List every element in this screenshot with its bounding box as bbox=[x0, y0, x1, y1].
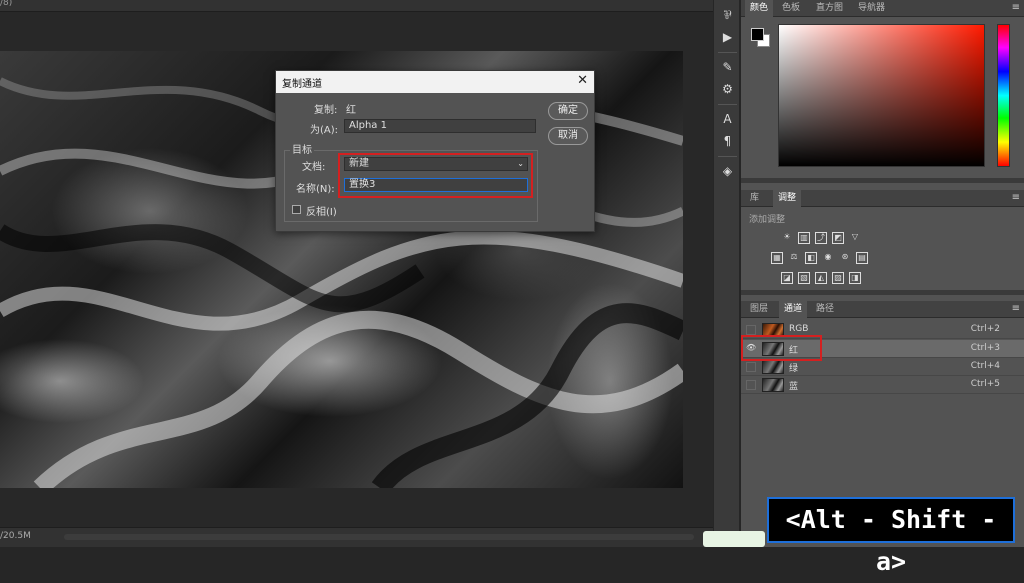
panel-menu-icon[interactable]: ≡ bbox=[1012, 303, 1020, 314]
source-value: 红 bbox=[346, 105, 356, 116]
color-balance-icon[interactable]: ⚖ bbox=[788, 252, 800, 264]
visibility-toggle[interactable] bbox=[746, 362, 756, 372]
channel-name-input[interactable]: Alpha 1 bbox=[344, 119, 536, 133]
panel-divider bbox=[741, 290, 1024, 295]
channels-panel-tabbar: 图层 通道 路径 ≡ bbox=[741, 301, 1024, 318]
levels-icon[interactable]: ▥ bbox=[798, 232, 810, 244]
tab-histogram[interactable]: 直方图 bbox=[811, 0, 848, 17]
source-label: 复制: bbox=[314, 105, 338, 116]
glyphs-icon[interactable]: ◈ bbox=[718, 162, 737, 180]
channel-name: RGB bbox=[789, 324, 809, 334]
channel-shortcut: Ctrl+2 bbox=[970, 324, 1000, 334]
highlight-box bbox=[338, 153, 533, 198]
dialog-titlebar[interactable]: 复制通道 ✕ bbox=[276, 71, 594, 93]
panel-tool-strip: ⅌ ▶ ✎ ⚙ A ¶ ◈ bbox=[713, 0, 740, 547]
black-white-icon[interactable]: ◧ bbox=[805, 252, 817, 264]
floating-widget[interactable] bbox=[703, 531, 765, 547]
tab-swatches[interactable]: 色板 bbox=[777, 0, 805, 17]
vibrance-icon[interactable]: ▽ bbox=[849, 232, 861, 244]
file-size-readout: /20.5M bbox=[0, 531, 31, 541]
panel-menu-icon[interactable]: ≡ bbox=[1012, 192, 1020, 203]
ok-button[interactable]: 确定 bbox=[548, 102, 588, 120]
channel-shortcut: Ctrl+3 bbox=[970, 343, 1000, 353]
history-icon[interactable]: ⅌ bbox=[718, 6, 737, 24]
paragraph-icon[interactable]: ¶ bbox=[718, 132, 737, 150]
duplicate-channel-dialog: 复制通道 ✕ 复制: 红 为(A): Alpha 1 确定 取消 目标 文档: … bbox=[275, 70, 595, 232]
tab-channels[interactable]: 通道 bbox=[779, 301, 808, 318]
panel-divider bbox=[741, 178, 1024, 183]
document-label: 文档: bbox=[302, 162, 326, 173]
invert-label: 反相(I) bbox=[306, 207, 337, 218]
name-label: 名称(N): bbox=[296, 184, 335, 195]
right-panel-dock: 颜色 色板 直方图 导航器 ≡ 库 调整 ≡ 添加调整 ☀ ▥ ⤴ ◩ ▽ ▦ … bbox=[741, 0, 1024, 547]
channel-name: 蓝 bbox=[789, 382, 799, 392]
hue-saturation-icon[interactable]: ▦ bbox=[771, 252, 783, 264]
tab-color[interactable]: 颜色 bbox=[745, 0, 774, 17]
color-lookup-icon[interactable]: ▤ bbox=[856, 252, 868, 264]
curves-icon[interactable]: ⤴ bbox=[815, 232, 827, 244]
tab-navigator[interactable]: 导航器 bbox=[853, 0, 890, 17]
tool-divider bbox=[718, 52, 737, 53]
brightness-icon[interactable]: ☀ bbox=[781, 232, 793, 244]
document-tab-strip[interactable]: /8) bbox=[0, 0, 713, 12]
photo-filter-icon[interactable]: ◉ bbox=[822, 252, 834, 264]
color-picker-field[interactable] bbox=[778, 24, 985, 167]
panel-menu-icon[interactable]: ≡ bbox=[1012, 2, 1020, 13]
close-icon[interactable]: ✕ bbox=[577, 73, 588, 88]
invert-checkbox[interactable] bbox=[292, 205, 301, 214]
tab-libraries[interactable]: 库 bbox=[745, 190, 764, 207]
channel-shortcut: Ctrl+5 bbox=[970, 379, 1000, 389]
character-icon[interactable]: A bbox=[718, 110, 737, 128]
threshold-icon[interactable]: ◭ bbox=[815, 272, 827, 284]
foreground-color-swatch[interactable] bbox=[751, 28, 764, 41]
document-tab-label[interactable]: /8) bbox=[0, 0, 12, 8]
visibility-toggle[interactable] bbox=[746, 325, 756, 335]
status-bar: /20.5M bbox=[0, 527, 713, 547]
brush-icon[interactable]: ✎ bbox=[718, 58, 737, 76]
tab-adjustments[interactable]: 调整 bbox=[773, 190, 802, 207]
tool-divider bbox=[718, 104, 737, 105]
gradient-map-icon[interactable]: ▨ bbox=[832, 272, 844, 284]
channel-shortcut: Ctrl+4 bbox=[970, 361, 1000, 371]
channel-name: 绿 bbox=[789, 364, 799, 374]
visibility-toggle[interactable] bbox=[746, 380, 756, 390]
channel-thumbnail bbox=[762, 378, 784, 392]
tab-layers[interactable]: 图层 bbox=[745, 301, 773, 318]
channel-thumbnail bbox=[762, 360, 784, 374]
tab-paths[interactable]: 路径 bbox=[811, 301, 839, 318]
dialog-title: 复制通道 bbox=[282, 79, 322, 90]
invert-icon[interactable]: ◪ bbox=[781, 272, 793, 284]
tool-divider bbox=[718, 156, 737, 157]
hue-slider[interactable] bbox=[997, 24, 1010, 167]
posterize-icon[interactable]: ▧ bbox=[798, 272, 810, 284]
adjustments-panel-tabbar: 库 调整 ≡ bbox=[741, 190, 1024, 207]
as-label: 为(A): bbox=[310, 125, 339, 136]
channel-row-blue[interactable]: 蓝 Ctrl+5 bbox=[741, 376, 1024, 394]
document-workspace: /8) /20.5M 复制通道 ✕ 复制: 红 为(A): Alpha 1 确定… bbox=[0, 0, 713, 547]
channel-mixer-icon[interactable]: ⊛ bbox=[839, 252, 851, 264]
keystroke-overlay: <Alt - Shift - a> bbox=[767, 497, 1015, 576]
color-panel-tabbar: 颜色 色板 直方图 导航器 ≡ bbox=[741, 0, 1024, 17]
brush-settings-icon[interactable]: ⚙ bbox=[718, 80, 737, 98]
destination-group-label: 目标 bbox=[290, 141, 314, 156]
play-action-icon[interactable]: ▶ bbox=[718, 28, 737, 46]
highlight-box bbox=[741, 335, 822, 361]
exposure-icon[interactable]: ◩ bbox=[832, 232, 844, 244]
cancel-button[interactable]: 取消 bbox=[548, 127, 588, 145]
selective-color-icon[interactable]: ◨ bbox=[849, 272, 861, 284]
horizontal-scrollbar[interactable] bbox=[64, 534, 694, 540]
add-adjustment-hint: 添加调整 bbox=[749, 215, 786, 225]
